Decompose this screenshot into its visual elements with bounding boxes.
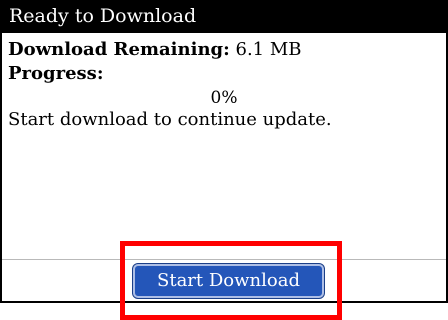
download-remaining-row: Download Remaining: 6.1 MB: [8, 39, 302, 60]
progress-label: Progress:: [8, 63, 104, 84]
status-message: Start download to continue update.: [8, 109, 332, 130]
content-panel: Download Remaining: 6.1 MB Progress: 0% …: [0, 33, 448, 303]
start-download-button[interactable]: Start Download: [133, 264, 324, 298]
progress-label-row: Progress:: [8, 63, 103, 84]
download-remaining-label: Download Remaining:: [8, 39, 230, 60]
window-title: Ready to Download: [0, 0, 448, 33]
download-remaining-value: 6.1 MB: [235, 39, 302, 60]
progress-percent: 0%: [210, 88, 238, 108]
download-screen: Ready to Download Download Remaining: 6.…: [0, 0, 448, 320]
footer-divider: [2, 259, 446, 260]
